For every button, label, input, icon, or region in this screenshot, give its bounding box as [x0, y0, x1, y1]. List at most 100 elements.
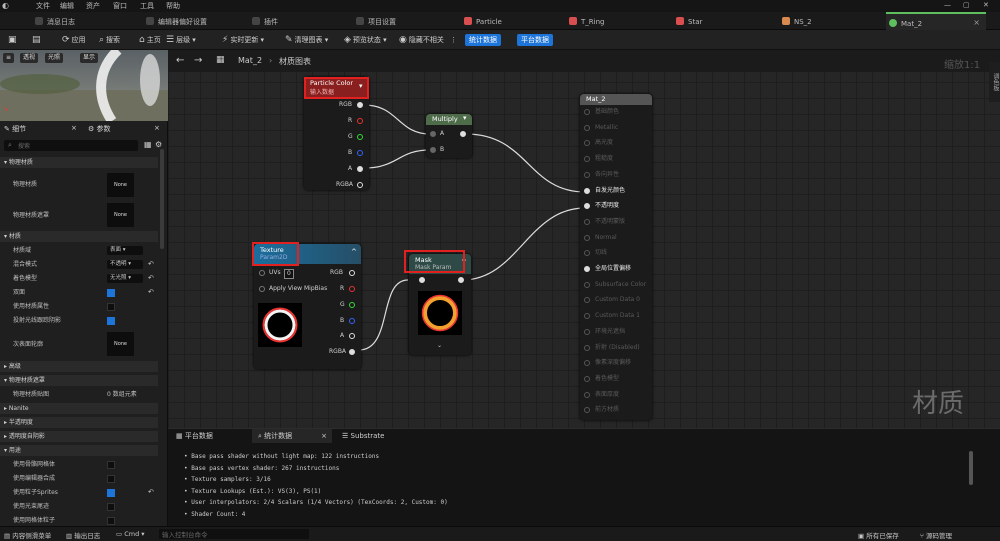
pin-rgba[interactable] — [357, 182, 363, 188]
result-pin[interactable] — [584, 234, 590, 241]
menu-tools[interactable]: 工具 — [140, 1, 154, 11]
use-material-attributes-checkbox[interactable] — [107, 303, 115, 311]
pin-output[interactable] — [458, 277, 464, 283]
result-pin[interactable] — [584, 391, 590, 398]
pin-a[interactable] — [357, 166, 363, 172]
home-button[interactable]: ⌂ 主页 — [139, 34, 161, 46]
pin-out[interactable] — [460, 131, 466, 137]
pin-a-in[interactable] — [430, 131, 436, 137]
section-usage[interactable]: ▾ 用途 — [0, 445, 158, 456]
collapse-icon[interactable]: ^ — [351, 248, 357, 256]
reset-icon[interactable]: ↶ — [148, 274, 154, 282]
pin-r[interactable] — [357, 118, 363, 124]
cmd-dropdown[interactable]: ▭ Cmd ▾ — [116, 530, 145, 538]
blend-mode-dropdown[interactable]: 不透明 ▾ — [107, 260, 143, 269]
apply-button[interactable]: ⟳ 应用 — [62, 34, 86, 46]
tab-message-log[interactable]: 消息日志 — [35, 12, 135, 30]
section-translucent-shadow[interactable]: ▸ 透明度自阴影 — [0, 431, 158, 442]
pin-b[interactable] — [357, 150, 363, 156]
shading-model-dropdown[interactable]: 无光照 ▾ — [107, 274, 143, 283]
result-pin[interactable] — [584, 156, 590, 163]
result-pin[interactable] — [584, 187, 590, 194]
menu-asset[interactable]: 资产 — [86, 1, 100, 11]
show-button[interactable]: 显示 — [80, 53, 99, 63]
pin-rgb[interactable] — [357, 102, 363, 108]
menu-help[interactable]: 帮助 — [166, 1, 180, 11]
content-drawer-button[interactable]: ▤ 内容侧滑菜单 — [4, 530, 51, 540]
result-pin[interactable] — [584, 266, 590, 272]
live-update-button[interactable]: ⚡ 实时更新 ▾ — [222, 34, 264, 46]
tab-mat-2[interactable]: Mat_2 × — [886, 12, 986, 30]
phys-material-thumbnail[interactable]: None — [107, 173, 134, 197]
browse-icon[interactable]: ▤ — [32, 34, 43, 46]
sprites-checkbox[interactable] — [107, 489, 115, 497]
perspective-button[interactable]: 透视 — [20, 53, 39, 63]
stats-scrollbar[interactable] — [969, 451, 973, 485]
result-pin[interactable] — [584, 171, 590, 178]
close-window-icon[interactable]: ✕ — [983, 1, 989, 9]
tab-ns-2[interactable]: NS_2 — [782, 12, 882, 30]
reset-icon[interactable]: ↶ — [148, 260, 154, 268]
palette-side-tab[interactable]: 调色板 — [989, 62, 1000, 102]
pin-b-in[interactable] — [430, 147, 436, 153]
material-domain-dropdown[interactable]: 表面 ▾ — [107, 246, 143, 255]
output-log-button[interactable]: ▥ 输出日志 — [66, 530, 100, 540]
tab-plugins[interactable]: 插件 — [252, 12, 352, 30]
material-graph[interactable]: ← → ▦ Mat_2 › 材质图表 缩放1:1 Particle Color 输… — [168, 50, 1000, 428]
section-material[interactable]: ▾ 材质 — [0, 231, 158, 242]
pin-uvs[interactable] — [259, 270, 265, 276]
result-pin[interactable] — [584, 407, 590, 414]
collapse-icon[interactable]: ▾ — [463, 114, 467, 122]
tab-stats[interactable]: ⌕ 统计数据 × — [252, 429, 332, 443]
tab-particle[interactable]: Particle — [464, 12, 564, 30]
subsurface-thumbnail[interactable]: None — [107, 332, 134, 356]
more-icon[interactable]: ⋮ — [450, 34, 457, 46]
tab-editor-prefs[interactable]: 编辑器偏好设置 — [146, 12, 256, 30]
mesh-particles-checkbox[interactable] — [107, 517, 115, 525]
result-pin[interactable] — [584, 218, 590, 225]
save-icon[interactable]: ▣ — [8, 34, 19, 46]
result-pin[interactable] — [584, 250, 590, 257]
restore-icon[interactable]: ▢ — [963, 1, 970, 9]
close-tab-icon[interactable]: × — [973, 18, 980, 27]
result-pin[interactable] — [584, 313, 590, 320]
stats-button[interactable]: 统计数据 — [465, 34, 501, 46]
reset-icon[interactable]: ↶ — [148, 288, 154, 296]
menu-window[interactable]: 窗口 — [113, 1, 127, 11]
platform-stats-button[interactable]: 平台数据 — [517, 34, 553, 46]
details-search-input[interactable]: 搜索 — [4, 140, 138, 151]
skeletal-checkbox[interactable] — [107, 461, 115, 469]
hierarchy-button[interactable]: ☰ 层级 ▾ — [166, 34, 196, 46]
grid-view-icon[interactable]: ▦ — [144, 140, 152, 149]
hide-unrelated-button[interactable]: ◉ 隐藏不相关 — [399, 34, 444, 46]
preview-state-button[interactable]: ◈ 预览状态 ▾ — [344, 34, 387, 46]
tab-star[interactable]: Star — [676, 12, 776, 30]
tab-t-ring[interactable]: T_Ring — [569, 12, 669, 30]
pin-mipbias[interactable] — [259, 286, 265, 292]
console-input[interactable]: 输入控制台命令 — [159, 529, 309, 539]
save-all-status[interactable]: ▣ 所有已保存 — [858, 530, 899, 540]
tab-parameters[interactable]: ⚙ 参数 — [88, 124, 111, 134]
source-control-button[interactable]: ⑂ 源码管理 — [920, 530, 952, 540]
viewport-menu-icon[interactable]: ≡ — [3, 53, 15, 63]
pin-rgba[interactable] — [349, 349, 355, 355]
lit-button[interactable]: 光照 — [45, 53, 64, 63]
menu-edit[interactable]: 编辑 — [60, 1, 74, 11]
editor-comp-checkbox[interactable] — [107, 475, 115, 483]
material-preview-viewport[interactable]: ≡ 透视 光照 显示 ↳ — [0, 50, 168, 121]
tab-project-settings[interactable]: 项目设置 — [356, 12, 456, 30]
pin-a[interactable] — [349, 333, 355, 339]
result-pin[interactable] — [584, 328, 590, 335]
phys-mask-thumbnail[interactable]: None — [107, 203, 134, 227]
result-pin[interactable] — [584, 344, 590, 351]
uvs-value-input[interactable]: 0 — [284, 269, 294, 279]
section-advanced[interactable]: ▸ 高级 — [0, 361, 158, 372]
close-params-icon[interactable]: × — [154, 124, 160, 132]
expand-preview-icon[interactable]: ⌄ — [437, 342, 442, 349]
node-multiply[interactable]: Multiply ▾ A B — [426, 114, 472, 158]
cast-shadow-checkbox[interactable] — [107, 317, 115, 325]
beam-checkbox[interactable] — [107, 503, 115, 511]
section-translucency[interactable]: ▸ 半透明度 — [0, 417, 158, 428]
pin-input[interactable] — [419, 277, 425, 283]
section-phys-mask[interactable]: ▾ 物理材质遮罩 — [0, 375, 158, 386]
